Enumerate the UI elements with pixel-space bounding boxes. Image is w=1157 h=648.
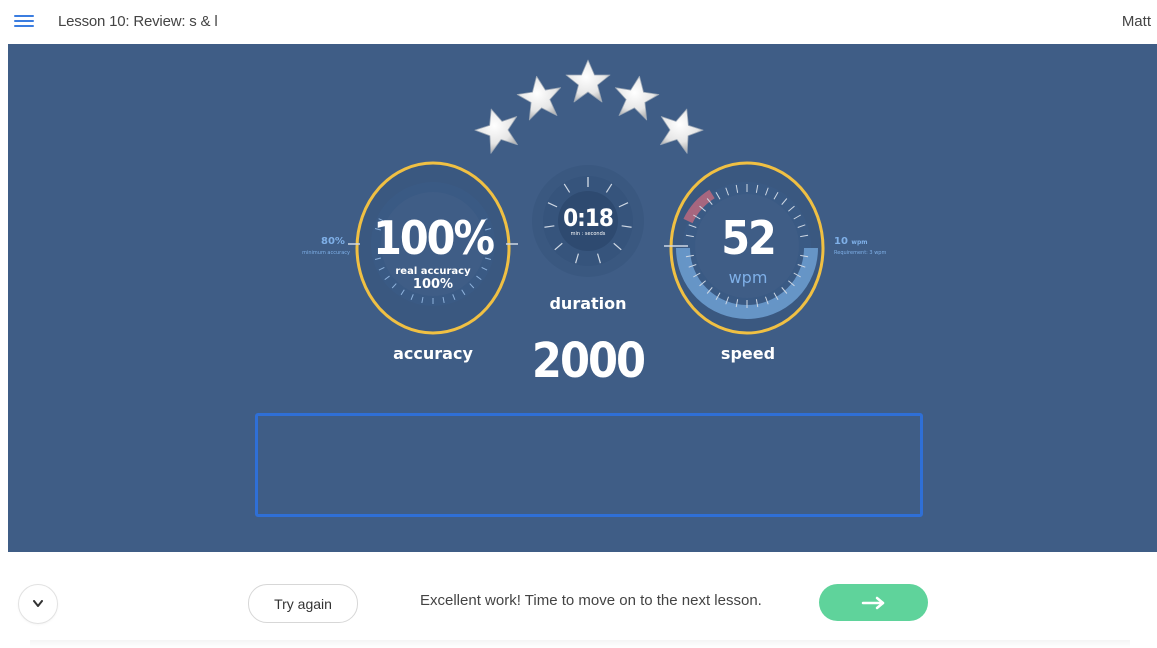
speed-unit: wpm [728,268,768,287]
top-bar: Lesson 10: Review: s & l Matt [0,0,1157,44]
speed-requirement-unit: wpm [851,239,868,246]
lesson-title: Lesson 10: Review: s & l [58,13,218,30]
star-icon [660,108,704,154]
accuracy-label: accuracy [393,344,473,363]
results-panel: 100% real accuracy 100% accuracy 80% min… [8,44,1157,552]
duration-value: 0:18 [563,204,614,232]
chevron-down-icon [33,600,43,607]
arrow-right-icon [861,596,884,609]
star-icon [516,75,562,121]
duration-unit-label: min : seconds [570,231,606,237]
speed-requirement-value: 10 wpm [834,236,868,247]
speed-label: speed [720,344,776,363]
speed-value: 52 [721,211,777,265]
star-icon [565,59,611,103]
real-accuracy-value: 100% [412,277,454,292]
accuracy-value: 100% [373,211,495,265]
duration-label: duration [549,294,627,313]
collapse-button[interactable] [18,584,58,624]
typing-area[interactable] [255,413,923,517]
star-icon [614,75,660,121]
real-accuracy-label: real accuracy [395,266,471,277]
speed-requirement-label: Requirement: 3 wpm [834,250,887,256]
speed-requirement-number: 10 [834,236,848,247]
score-value: 2000 [531,333,646,389]
star-icon [474,108,518,154]
try-again-button[interactable]: Try again [248,584,358,623]
hamburger-menu-icon[interactable] [14,12,34,30]
user-name[interactable]: Matt [1122,13,1151,30]
minimum-accuracy-value: 80% [321,236,345,247]
minimum-accuracy-label: minimum accuracy [302,250,350,256]
result-message: Excellent work! Time to move on to the n… [420,592,762,609]
next-lesson-button[interactable] [819,584,928,621]
bottom-divider [30,640,1130,648]
